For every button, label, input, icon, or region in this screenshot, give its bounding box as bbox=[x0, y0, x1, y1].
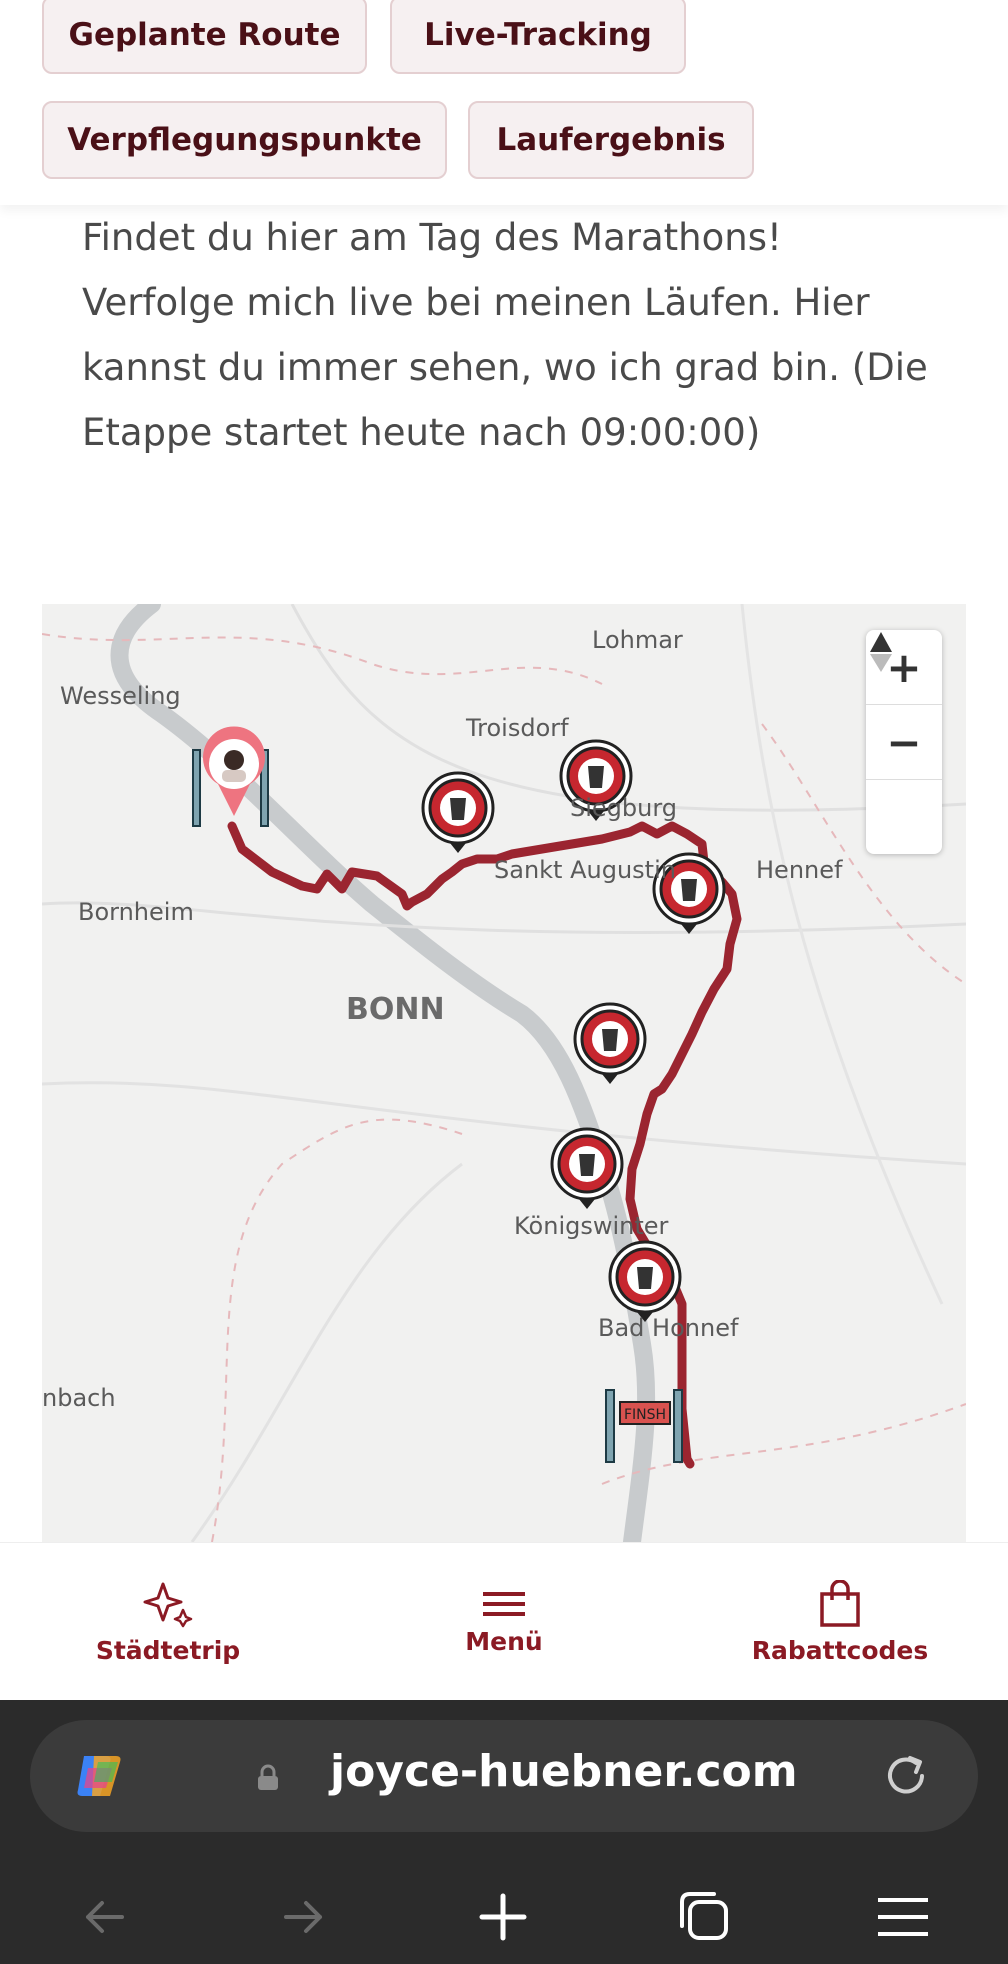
river bbox=[110, 604, 656, 1542]
lock-icon bbox=[258, 1764, 278, 1790]
tab-runner-result[interactable]: Laufergebnis bbox=[468, 101, 754, 179]
route-map[interactable]: FINSH Lohmar Wesseling Troisdorf Siegbur… bbox=[42, 604, 966, 1542]
coffee-cup-pin-icon[interactable] bbox=[608, 1240, 682, 1322]
tab-live-tracking[interactable]: Live-Tracking bbox=[390, 0, 686, 74]
browser-chrome: joyce-huebner.com bbox=[0, 1700, 1008, 1964]
sparkles-icon bbox=[143, 1582, 193, 1627]
url-text[interactable]: joyce-huebner.com bbox=[330, 1746, 798, 1797]
boundary-line bbox=[211, 1118, 463, 1542]
nav-discount-codes[interactable]: Rabattcodes bbox=[690, 1543, 990, 1701]
bottom-nav: Städtetrip Menü Rabattcodes bbox=[0, 1542, 1008, 1701]
map-canvas: FINSH bbox=[42, 604, 966, 1542]
place-label-troisdorf: Troisdorf bbox=[466, 714, 569, 742]
back-arrow-icon[interactable] bbox=[80, 1892, 130, 1942]
intro-line-2: Verfolge mich live bei meinen Läufen. Hi… bbox=[82, 281, 928, 454]
place-label-siegburg: Siegburg bbox=[570, 794, 678, 822]
intro-text: Findet du hier am Tag des Marathons! Ver… bbox=[82, 205, 952, 465]
place-label-bornheim: Bornheim bbox=[78, 898, 194, 926]
place-label-bad-honnef: Bad Honnef bbox=[598, 1314, 739, 1342]
nav-city-trip[interactable]: Städtetrip bbox=[18, 1543, 318, 1701]
browser-toolbar bbox=[0, 1864, 1008, 1964]
copilot-icon[interactable] bbox=[72, 1748, 128, 1804]
hamburger-menu-icon bbox=[483, 1591, 525, 1616]
nav-menu[interactable]: Menü bbox=[354, 1543, 654, 1701]
place-label-wesseling: Wesseling bbox=[60, 682, 181, 710]
nav-discount-codes-label: Rabattcodes bbox=[751, 1635, 929, 1665]
road bbox=[190, 1162, 463, 1542]
reload-icon[interactable] bbox=[882, 1752, 930, 1800]
nav-city-trip-label: Städtetrip bbox=[95, 1635, 241, 1665]
tabs-switcher-icon[interactable] bbox=[676, 1888, 732, 1944]
zoom-out-button[interactable]: − bbox=[866, 705, 942, 780]
place-label-hennef: Hennef bbox=[756, 856, 843, 884]
finish-label: FINSH bbox=[624, 1407, 666, 1423]
place-label-lohmar: Lohmar bbox=[592, 626, 683, 654]
place-label-rheinbach: nbach bbox=[42, 1384, 116, 1412]
new-tab-plus-icon[interactable] bbox=[478, 1892, 528, 1942]
place-label-koenigswinter: Königswinter bbox=[514, 1212, 669, 1240]
tab-planned-route[interactable]: Geplante Route bbox=[42, 0, 367, 74]
address-bar[interactable]: joyce-huebner.com bbox=[30, 1720, 978, 1832]
coffee-cup-pin-icon[interactable] bbox=[573, 1002, 647, 1084]
tab-bar: Geplante Route Live-Tracking Verpflegung… bbox=[0, 0, 1008, 205]
reset-north-button[interactable] bbox=[866, 632, 942, 854]
nav-menu-label: Menü bbox=[465, 1626, 543, 1656]
route-line bbox=[227, 821, 742, 1469]
road bbox=[42, 1081, 966, 1166]
compass-icon bbox=[870, 632, 892, 672]
coffee-cup-pin-icon[interactable] bbox=[421, 771, 495, 853]
map-zoom-controls: + − bbox=[866, 630, 942, 854]
forward-arrow-icon[interactable] bbox=[278, 1892, 328, 1942]
place-label-bonn: BONN bbox=[346, 992, 445, 1027]
browser-menu-icon[interactable] bbox=[876, 1894, 930, 1940]
tab-aid-stations[interactable]: Verpflegungspunkte bbox=[42, 101, 447, 179]
intro-line-1: Findet du hier am Tag des Marathons! bbox=[82, 216, 782, 259]
place-label-sankt-augustin: Sankt Augustin bbox=[494, 856, 676, 884]
shopping-bag-icon bbox=[820, 1579, 860, 1627]
